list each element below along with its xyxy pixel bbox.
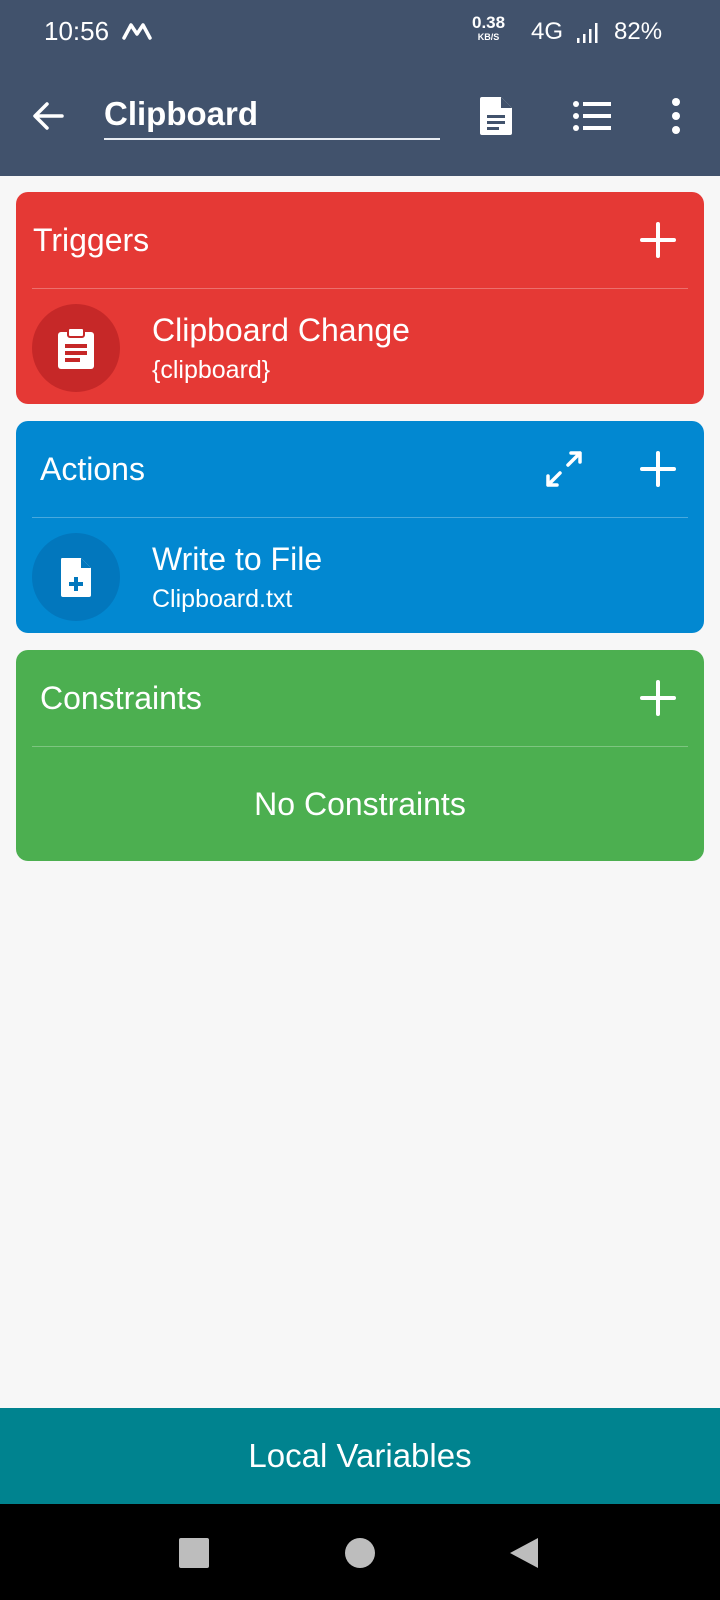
trigger-subtitle: {clipboard} — [152, 356, 271, 384]
actions-header: Actions — [16, 421, 704, 517]
triggers-header: Triggers — [16, 192, 704, 288]
trigger-item[interactable]: Clipboard Change {clipboard} — [32, 304, 688, 392]
battery-level: 82% — [614, 18, 663, 45]
list-icon — [573, 101, 611, 131]
add-action-button[interactable] — [638, 449, 678, 489]
local-variables-button[interactable]: Local Variables — [0, 1408, 720, 1504]
action-icon-circle — [32, 533, 120, 621]
status-time: 10:56 — [44, 16, 110, 46]
list-button[interactable] — [568, 92, 616, 140]
constraints-title: Constraints — [40, 680, 202, 716]
add-constraint-button[interactable] — [638, 678, 678, 718]
status-bar: 10:56 0.38 KB/S 4G 82% — [0, 0, 720, 64]
constraints-header: Constraints — [16, 650, 704, 746]
trigger-title: Clipboard Change — [152, 312, 410, 348]
more-vert-icon — [672, 98, 680, 134]
divider — [32, 288, 688, 289]
divider — [32, 746, 688, 747]
macro-name-field[interactable]: Clipboard — [104, 94, 440, 140]
back-nav-button[interactable] — [506, 1536, 540, 1570]
actions-title: Actions — [40, 451, 145, 487]
constraints-card: Constraints No Constraints — [16, 650, 704, 861]
actions-card: Actions Write to File Clipboard.txt — [16, 421, 704, 633]
document-icon — [480, 97, 512, 135]
document-button[interactable] — [472, 92, 520, 140]
action-item[interactable]: Write to File Clipboard.txt — [32, 533, 688, 621]
back-button[interactable] — [24, 92, 72, 140]
file-add-icon — [61, 558, 91, 597]
navigation-bar — [0, 1504, 720, 1600]
home-button[interactable] — [343, 1536, 377, 1570]
clipboard-icon — [58, 327, 94, 369]
signal-icon — [577, 23, 598, 43]
back-arrow-icon — [33, 102, 64, 130]
toolbar: Clipboard — [0, 64, 720, 176]
no-constraints-text: No Constraints — [254, 786, 466, 822]
triggers-title: Triggers — [33, 222, 150, 258]
trigger-icon-circle — [32, 304, 120, 392]
triggers-card: Triggers Clipboard Change {clipboard} — [16, 192, 704, 404]
network-type: 4G — [531, 18, 564, 45]
add-trigger-button[interactable] — [638, 220, 678, 260]
divider — [32, 517, 688, 518]
recents-button[interactable] — [177, 1536, 211, 1570]
expand-icon[interactable] — [544, 449, 584, 489]
more-options-button[interactable] — [652, 92, 700, 140]
action-subtitle: Clipboard.txt — [152, 585, 293, 613]
network-speed: 0.38 KB/S — [472, 13, 506, 42]
app-notification-icon — [122, 23, 152, 40]
action-title: Write to File — [152, 541, 323, 577]
